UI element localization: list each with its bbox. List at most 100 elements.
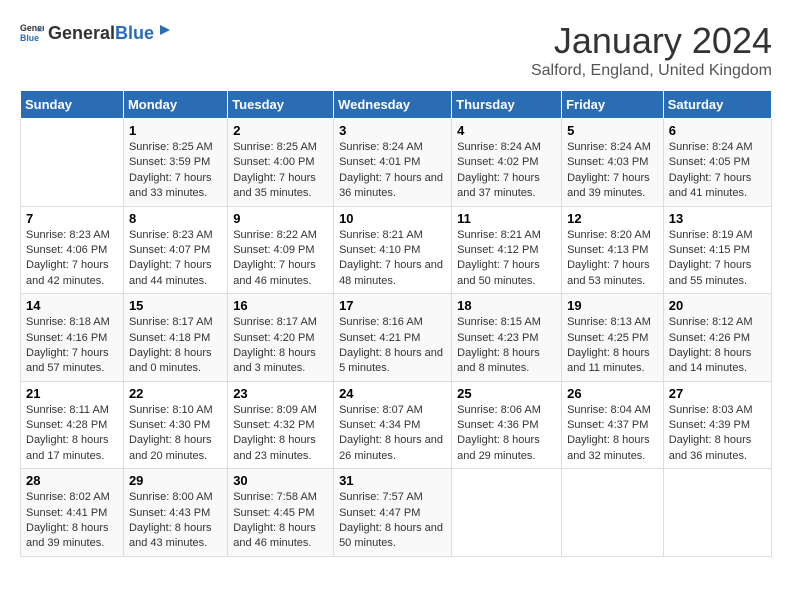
calendar-cell: 30Sunrise: 7:58 AMSunset: 4:45 PMDayligh… — [228, 469, 334, 557]
calendar-week-row: 1 Sunrise: 8:25 AMSunset: 3:59 PMDaylight… — [21, 119, 772, 207]
calendar-cell: 12 Sunrise: 8:20 AMSunset: 4:13 PMDayligh… — [562, 206, 664, 294]
day-number: 15 — [129, 298, 222, 313]
calendar-header-row: SundayMondayTuesdayWednesdayThursdayFrid… — [21, 91, 772, 119]
day-info: Sunrise: 8:09 AMSunset: 4:32 PMDaylight:… — [233, 403, 328, 465]
day-number: 23 — [233, 386, 328, 401]
day-info: Sunrise: 8:13 AMSunset: 4:25 PMDaylight:… — [567, 315, 658, 377]
calendar-cell: 18 Sunrise: 8:15 AMSunset: 4:23 PMDayligh… — [452, 294, 562, 382]
day-info: Sunrise: 8:19 AMSunset: 4:15 PMDaylight:… — [669, 228, 766, 290]
day-info: Sunrise: 8:17 AMSunset: 4:20 PMDaylight:… — [233, 315, 328, 377]
calendar-cell — [452, 469, 562, 557]
day-info: Sunrise: 8:21 AMSunset: 4:12 PMDaylight:… — [457, 228, 556, 290]
day-number: 9 — [233, 211, 328, 226]
day-header: Tuesday — [228, 91, 334, 119]
calendar-cell: 16 Sunrise: 8:17 AMSunset: 4:20 PMDayligh… — [228, 294, 334, 382]
title-area: January 2024 Salford, England, United Ki… — [531, 20, 772, 80]
day-number: 26 — [567, 386, 658, 401]
calendar-week-row: 14 Sunrise: 8:18 AMSunset: 4:16 PMDayligh… — [21, 294, 772, 382]
calendar-cell: 9 Sunrise: 8:22 AMSunset: 4:09 PMDaylight… — [228, 206, 334, 294]
day-info: Sunrise: 8:03 AMSunset: 4:39 PMDaylight:… — [669, 403, 766, 465]
day-number: 31 — [339, 473, 446, 488]
day-header: Saturday — [663, 91, 771, 119]
day-number: 4 — [457, 123, 556, 138]
calendar-cell: 4Sunrise: 8:24 AMSunset: 4:02 PMDaylight… — [452, 119, 562, 207]
day-info: Sunrise: 8:16 AMSunset: 4:21 PMDaylight:… — [339, 315, 446, 377]
day-number: 22 — [129, 386, 222, 401]
day-info: Sunrise: 8:20 AMSunset: 4:13 PMDaylight:… — [567, 228, 658, 290]
day-number: 8 — [129, 211, 222, 226]
day-info: Sunrise: 8:04 AMSunset: 4:37 PMDaylight:… — [567, 403, 658, 465]
day-info: Sunrise: 8:02 AMSunset: 4:41 PMDaylight:… — [26, 490, 118, 552]
day-number: 27 — [669, 386, 766, 401]
day-number: 2 — [233, 123, 328, 138]
day-info: Sunrise: 8:15 AMSunset: 4:23 PMDaylight:… — [457, 315, 556, 377]
header: General Blue General Blue January 2024 S… — [20, 20, 772, 80]
day-header: Friday — [562, 91, 664, 119]
day-number: 12 — [567, 211, 658, 226]
day-number: 17 — [339, 298, 446, 313]
calendar-cell: 28Sunrise: 8:02 AMSunset: 4:41 PMDayligh… — [21, 469, 124, 557]
calendar-week-row: 28Sunrise: 8:02 AMSunset: 4:41 PMDayligh… — [21, 469, 772, 557]
calendar-cell: 13Sunrise: 8:19 AMSunset: 4:15 PMDayligh… — [663, 206, 771, 294]
day-number: 14 — [26, 298, 118, 313]
logo-arrow-icon — [156, 21, 174, 39]
day-header: Wednesday — [334, 91, 452, 119]
calendar-cell: 2Sunrise: 8:25 AMSunset: 4:00 PMDaylight… — [228, 119, 334, 207]
day-info: Sunrise: 8:24 AMSunset: 4:01 PMDaylight:… — [339, 140, 446, 202]
svg-text:General: General — [20, 23, 44, 33]
calendar-cell: 10 Sunrise: 8:21 AMSunset: 4:10 PMDayligh… — [334, 206, 452, 294]
day-info: Sunrise: 8:11 AMSunset: 4:28 PMDaylight:… — [26, 403, 118, 465]
calendar-cell — [663, 469, 771, 557]
calendar-cell: 1 Sunrise: 8:25 AMSunset: 3:59 PMDaylight… — [123, 119, 227, 207]
calendar-week-row: 7Sunrise: 8:23 AMSunset: 4:06 PMDaylight… — [21, 206, 772, 294]
calendar-cell: 26 Sunrise: 8:04 AMSunset: 4:37 PMDayligh… — [562, 381, 664, 469]
calendar-cell: 21 Sunrise: 8:11 AMSunset: 4:28 PMDayligh… — [21, 381, 124, 469]
calendar-cell: 19 Sunrise: 8:13 AMSunset: 4:25 PMDayligh… — [562, 294, 664, 382]
day-number: 1 — [129, 123, 222, 138]
calendar-cell: 5Sunrise: 8:24 AMSunset: 4:03 PMDaylight… — [562, 119, 664, 207]
day-number: 16 — [233, 298, 328, 313]
day-info: Sunrise: 8:25 AMSunset: 3:59 PMDaylight:… — [129, 140, 222, 202]
calendar-cell: 25Sunrise: 8:06 AMSunset: 4:36 PMDayligh… — [452, 381, 562, 469]
calendar-cell: 3 Sunrise: 8:24 AMSunset: 4:01 PMDaylight… — [334, 119, 452, 207]
day-info: Sunrise: 8:10 AMSunset: 4:30 PMDaylight:… — [129, 403, 222, 465]
logo-blue-text: Blue — [115, 23, 154, 44]
day-number: 21 — [26, 386, 118, 401]
calendar-cell: 20Sunrise: 8:12 AMSunset: 4:26 PMDayligh… — [663, 294, 771, 382]
day-info: Sunrise: 8:23 AMSunset: 4:06 PMDaylight:… — [26, 228, 118, 290]
calendar-cell — [21, 119, 124, 207]
day-number: 5 — [567, 123, 658, 138]
day-header: Thursday — [452, 91, 562, 119]
calendar-cell: 31Sunrise: 7:57 AMSunset: 4:47 PMDayligh… — [334, 469, 452, 557]
calendar-cell — [562, 469, 664, 557]
location-title: Salford, England, United Kingdom — [531, 62, 772, 80]
day-number: 30 — [233, 473, 328, 488]
day-info: Sunrise: 8:06 AMSunset: 4:36 PMDaylight:… — [457, 403, 556, 465]
day-number: 19 — [567, 298, 658, 313]
month-title: January 2024 — [531, 20, 772, 62]
day-number: 10 — [339, 211, 446, 226]
day-info: Sunrise: 8:17 AMSunset: 4:18 PMDaylight:… — [129, 315, 222, 377]
calendar-cell: 24Sunrise: 8:07 AMSunset: 4:34 PMDayligh… — [334, 381, 452, 469]
day-number: 3 — [339, 123, 446, 138]
svg-text:Blue: Blue — [20, 33, 39, 43]
calendar-cell: 8 Sunrise: 8:23 AMSunset: 4:07 PMDaylight… — [123, 206, 227, 294]
day-number: 11 — [457, 211, 556, 226]
calendar-cell: 29Sunrise: 8:00 AMSunset: 4:43 PMDayligh… — [123, 469, 227, 557]
day-info: Sunrise: 8:18 AMSunset: 4:16 PMDaylight:… — [26, 315, 118, 377]
day-info: Sunrise: 8:23 AMSunset: 4:07 PMDaylight:… — [129, 228, 222, 290]
calendar-cell: 17 Sunrise: 8:16 AMSunset: 4:21 PMDayligh… — [334, 294, 452, 382]
logo: General Blue General Blue — [20, 20, 174, 44]
day-info: Sunrise: 8:22 AMSunset: 4:09 PMDaylight:… — [233, 228, 328, 290]
calendar-cell: 22 Sunrise: 8:10 AMSunset: 4:30 PMDayligh… — [123, 381, 227, 469]
calendar-cell: 27 Sunrise: 8:03 AMSunset: 4:39 PMDayligh… — [663, 381, 771, 469]
day-number: 29 — [129, 473, 222, 488]
logo-icon: General Blue — [20, 20, 44, 44]
calendar-cell: 11 Sunrise: 8:21 AMSunset: 4:12 PMDayligh… — [452, 206, 562, 294]
day-number: 6 — [669, 123, 766, 138]
calendar-week-row: 21 Sunrise: 8:11 AMSunset: 4:28 PMDayligh… — [21, 381, 772, 469]
day-number: 18 — [457, 298, 556, 313]
day-header: Monday — [123, 91, 227, 119]
day-info: Sunrise: 8:21 AMSunset: 4:10 PMDaylight:… — [339, 228, 446, 290]
day-info: Sunrise: 8:12 AMSunset: 4:26 PMDaylight:… — [669, 315, 766, 377]
